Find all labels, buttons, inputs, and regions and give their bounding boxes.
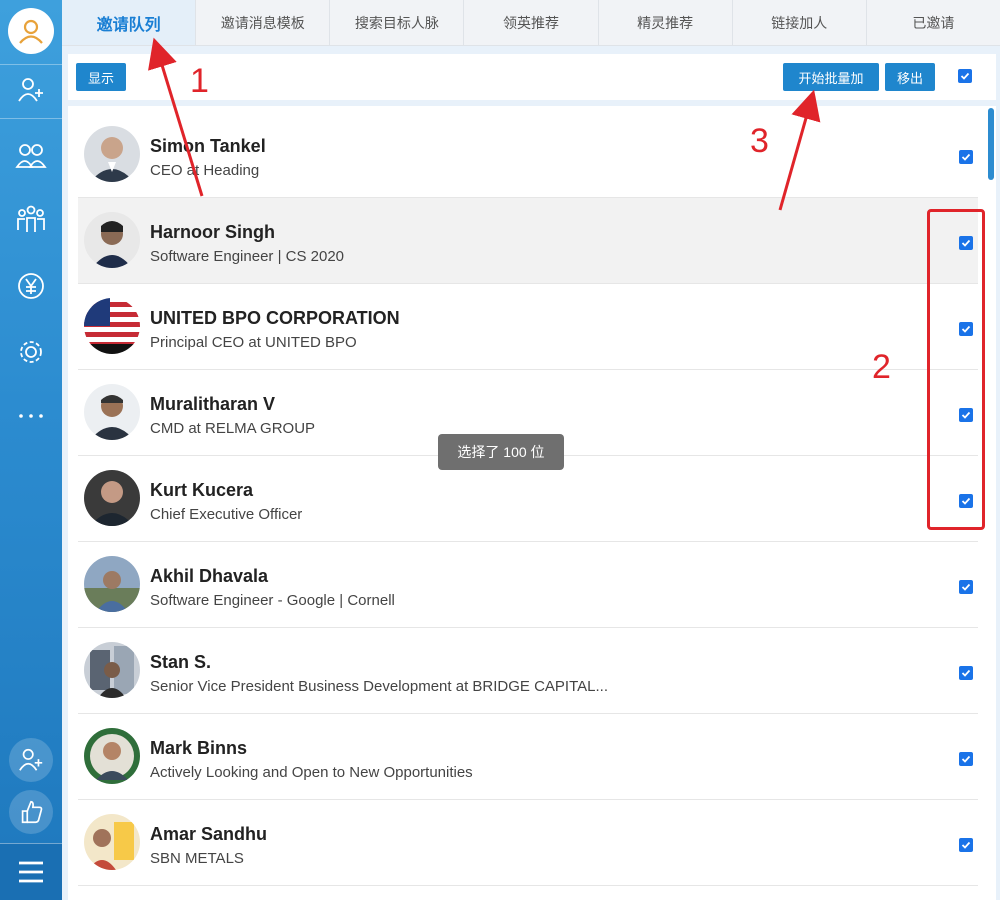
- avatar: [84, 556, 140, 612]
- sidebar: [0, 0, 62, 900]
- select-all-checkbox[interactable]: [958, 69, 972, 83]
- user-avatar-icon[interactable]: [8, 8, 54, 54]
- tab-search-target-contacts[interactable]: 搜索目标人脉: [330, 0, 465, 45]
- person-checkbox[interactable]: [959, 580, 973, 594]
- avatar: [84, 298, 140, 354]
- person-headline: CEO at Heading: [150, 162, 260, 179]
- tab-invited[interactable]: 已邀请: [866, 0, 1000, 45]
- selection-toast: 选择了 100 位: [438, 434, 564, 470]
- remove-button[interactable]: 移出: [885, 63, 935, 91]
- person-name[interactable]: Stan S.: [150, 652, 211, 673]
- person-headline: SBN METALS: [150, 850, 244, 867]
- tab-link-add[interactable]: 链接加人: [732, 0, 867, 45]
- tab-bar: 邀请队列 邀请消息模板 搜索目标人脉 领英推荐 精灵推荐 链接加人 已邀请: [62, 0, 1000, 46]
- annotation-checkbox-highlight: [927, 209, 985, 530]
- list-item[interactable]: UNITED BPO CORPORATION Principal CEO at …: [78, 284, 978, 370]
- list-item[interactable]: Harnoor Singh Software Engineer | CS 202…: [78, 198, 978, 284]
- scrollbar-thumb[interactable]: [988, 108, 994, 180]
- invite-user-icon[interactable]: [9, 738, 53, 782]
- sidebar-divider: [0, 118, 62, 119]
- person-name[interactable]: Akhil Dhavala: [150, 566, 268, 587]
- list-item[interactable]: Mark Binns Actively Looking and Open to …: [78, 714, 978, 800]
- show-button[interactable]: 显示: [76, 63, 126, 91]
- person-headline: Chief Executive Officer: [150, 506, 303, 523]
- annotation-label-3: 3: [750, 122, 769, 160]
- avatar: [84, 728, 140, 784]
- person-name[interactable]: Harnoor Singh: [150, 222, 275, 243]
- more-dots-icon[interactable]: [13, 398, 49, 434]
- sidebar-divider: [0, 64, 62, 65]
- person-name[interactable]: UNITED BPO CORPORATION: [150, 308, 400, 329]
- tab-invite-message-template[interactable]: 邀请消息模板: [196, 0, 331, 45]
- group-icon[interactable]: [13, 202, 49, 238]
- thumbs-up-icon[interactable]: [9, 790, 53, 834]
- tab-spirit-recommend[interactable]: 精灵推荐: [598, 0, 733, 45]
- list-item[interactable]: Akhil Dhavala Software Engineer - Google…: [78, 542, 978, 628]
- person-name[interactable]: Simon Tankel: [150, 136, 266, 157]
- avatar: [84, 126, 140, 182]
- person-checkbox[interactable]: [959, 150, 973, 164]
- person-headline: Principal CEO at UNITED BPO: [150, 334, 357, 351]
- start-batch-add-button[interactable]: 开始批量加: [783, 63, 879, 91]
- person-checkbox[interactable]: [959, 838, 973, 852]
- list-scrollbar[interactable]: [986, 106, 994, 900]
- yuan-icon[interactable]: [13, 268, 49, 304]
- add-contact-icon[interactable]: [13, 72, 49, 108]
- person-name[interactable]: Amar Sandhu: [150, 824, 267, 845]
- person-name[interactable]: Muralitharan V: [150, 394, 275, 415]
- avatar: [84, 212, 140, 268]
- person-headline: Senior Vice President Business Developme…: [150, 678, 608, 695]
- avatar: [84, 384, 140, 440]
- person-checkbox[interactable]: [959, 666, 973, 680]
- menu-icon[interactable]: [0, 843, 62, 900]
- list-item[interactable]: Simon Tankel CEO at Heading: [78, 112, 978, 198]
- avatar: [84, 470, 140, 526]
- tab-linkedin-recommend[interactable]: 领英推荐: [464, 0, 599, 45]
- list-item[interactable]: Amar Sandhu SBN METALS: [78, 800, 978, 886]
- person-checkbox[interactable]: [959, 752, 973, 766]
- annotation-label-2: 2: [872, 348, 891, 386]
- contacts-icon[interactable]: [13, 138, 49, 174]
- person-headline: Actively Looking and Open to New Opportu…: [150, 764, 473, 781]
- person-name[interactable]: Kurt Kucera: [150, 480, 253, 501]
- settings-gear-icon[interactable]: [13, 334, 49, 370]
- person-name[interactable]: Mark Binns: [150, 738, 247, 759]
- avatar: [84, 642, 140, 698]
- person-headline: Software Engineer - Google | Cornell: [150, 592, 395, 609]
- list-item[interactable]: Stan S. Senior Vice President Business D…: [78, 628, 978, 714]
- person-headline: Software Engineer | CS 2020: [150, 248, 345, 265]
- person-headline: CMD at RELMA GROUP: [150, 420, 316, 437]
- tab-invite-queue[interactable]: 邀请队列: [62, 0, 197, 45]
- avatar: [84, 814, 140, 870]
- annotation-label-1: 1: [190, 62, 209, 100]
- invite-queue-list: Simon Tankel CEO at Heading Harnoor Sing…: [68, 106, 996, 900]
